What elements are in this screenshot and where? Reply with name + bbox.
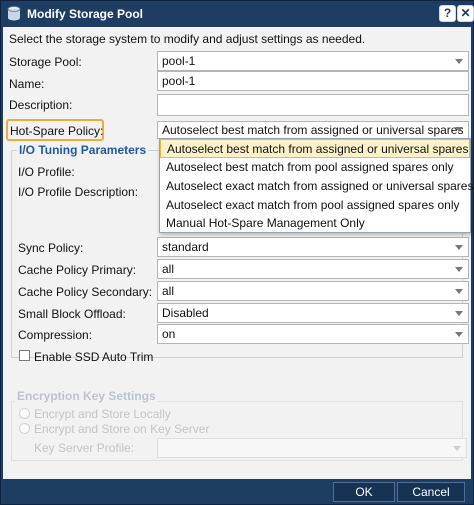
hot-spare-select[interactable]: Autoselect best match from assigned or u… [157,121,469,139]
cache-secondary-select[interactable]: all [157,281,469,301]
sync-policy-value: standard [162,240,209,254]
description-input[interactable] [157,94,469,116]
name-label: Name: [9,77,45,91]
storage-pool-label: Storage Pool: [9,55,82,69]
chevron-down-icon [455,267,463,272]
dropdown-option[interactable]: Autoselect best match from assigned or u… [160,139,470,158]
io-profile-label: I/O Profile: [18,165,75,179]
small-block-label: Small Block Offload: [18,307,126,321]
dialog-footer: OK Cancel [1,479,473,504]
database-icon [7,6,21,21]
io-tuning-legend: I/O Tuning Parameters [17,143,149,157]
key-server-select[interactable] [157,438,467,458]
intro-text: Select the storage system to modify and … [9,32,366,46]
key-server-label: Key Server Profile: [34,441,135,455]
encrypt-server-radio[interactable] [19,423,30,434]
dropdown-option[interactable]: Autoselect exact match from assigned or … [160,177,473,196]
cache-primary-select[interactable]: all [157,259,469,279]
small-block-value: Disabled [162,306,209,320]
title-bar[interactable]: Modify Storage Pool ? ✕ [1,1,474,27]
hot-spare-value: Autoselect best match from assigned or u… [162,123,464,137]
chevron-down-icon [455,332,463,337]
cancel-button[interactable]: Cancel [397,482,465,502]
ssd-auto-trim-checkbox[interactable] [19,350,30,361]
name-input[interactable]: pool-1 [157,71,469,91]
encrypt-local-radio[interactable] [19,408,30,419]
name-value: pool-1 [162,74,196,88]
storage-pool-select[interactable]: pool-1 [157,51,469,71]
close-icon: ✕ [460,6,471,20]
dropdown-option[interactable]: Autoselect best match from pool assigned… [160,158,470,177]
io-profile-description-label: I/O Profile Description: [18,185,139,199]
small-block-select[interactable]: Disabled [157,303,469,323]
ok-button[interactable]: OK [333,482,395,502]
dropdown-option[interactable]: Manual Hot-Spare Management Only [160,214,470,233]
chevron-down-icon [455,289,463,294]
hot-spare-label: Hot-Spare Policy: [10,124,104,138]
chevron-down-icon [453,446,461,451]
compression-value: on [162,327,176,341]
dialog-title: Modify Storage Pool [27,7,144,21]
cache-primary-value: all [162,262,175,276]
chevron-down-icon [455,59,463,64]
dialog-body: Select the storage system to modify and … [3,27,473,479]
sync-policy-label: Sync Policy: [18,241,84,255]
compression-label: Compression: [18,328,93,342]
encrypt-local-label: Encrypt and Store Locally [34,407,171,421]
modify-storage-pool-dialog: Modify Storage Pool ? ✕ Select the stora… [0,0,474,505]
cache-secondary-value: all [162,284,175,298]
cache-primary-label: Cache Policy Primary: [18,263,137,277]
storage-pool-value: pool-1 [162,54,196,68]
chevron-down-icon [455,311,463,316]
sync-policy-select[interactable]: standard [157,237,469,257]
help-icon: ? [443,6,452,20]
chevron-down-icon [455,245,463,250]
encryption-legend: Encryption Key Settings [15,389,158,403]
ssd-auto-trim-label: Enable SSD Auto Trim [34,350,154,364]
cache-secondary-label: Cache Policy Secondary: [18,285,153,299]
description-label: Description: [9,98,73,112]
encrypt-server-label: Encrypt and Store on Key Server [34,422,210,436]
chevron-down-icon [455,127,463,132]
close-button[interactable]: ✕ [457,5,474,22]
help-button[interactable]: ? [439,5,456,22]
dropdown-option[interactable]: Autoselect exact match from pool assigne… [160,196,470,215]
hot-spare-dropdown-list: Autoselect best match from assigned or u… [159,138,473,233]
compression-select[interactable]: on [157,324,469,344]
